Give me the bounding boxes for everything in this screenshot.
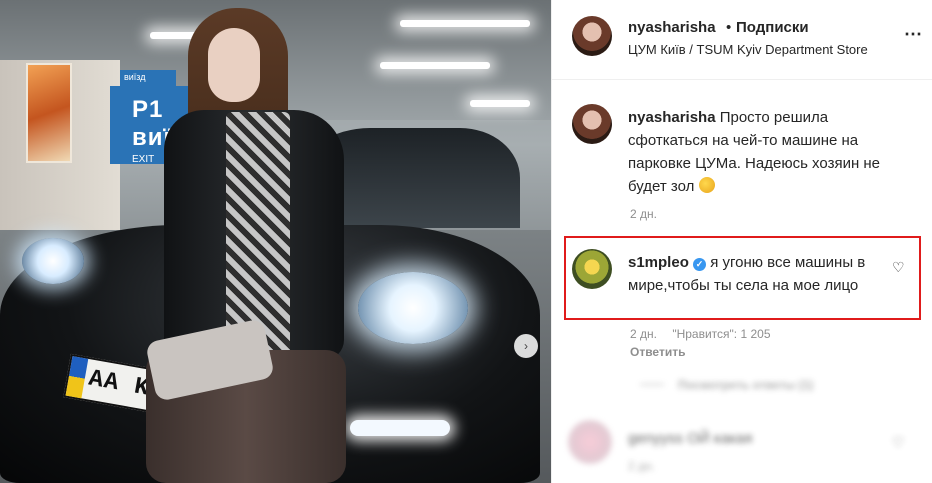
- car-headlight-left: [22, 238, 84, 284]
- following-button[interactable]: Подписки: [736, 19, 809, 36]
- wall-poster: [26, 63, 72, 163]
- caption-avatar[interactable]: [572, 104, 612, 144]
- caption-timestamp[interactable]: 2 дн.: [630, 207, 657, 221]
- separator-dot: •: [726, 19, 732, 36]
- person-figure: [140, 0, 360, 483]
- location-link[interactable]: ЦУМ Київ / TSUM Kyiv Department Store: [628, 42, 868, 57]
- ceiling-light: [380, 62, 490, 69]
- ceiling-light: [470, 100, 530, 107]
- verified-badge-icon: ✓: [693, 258, 707, 271]
- comment-likes-count[interactable]: "Нравится": 1 205: [672, 327, 770, 341]
- view-replies-label: Посмотреть ответы (1): [678, 378, 814, 392]
- comment-meta: 2 дн. "Нравится": 1 205: [630, 327, 783, 341]
- author-username[interactable]: nyasharisha: [628, 19, 716, 36]
- more-options-icon[interactable]: ⋯: [904, 24, 923, 45]
- view-replies-button[interactable]: Посмотреть ответы (1): [640, 378, 813, 392]
- car-headlight-right: [358, 272, 468, 344]
- comment2-timestamp[interactable]: 2 дн.: [628, 459, 655, 473]
- next-photo-button[interactable]: ›: [514, 334, 538, 358]
- thinking-emoji-icon: [698, 177, 715, 193]
- author-avatar[interactable]: [572, 16, 612, 56]
- comment-timestamp[interactable]: 2 дн.: [630, 327, 657, 341]
- ceiling-light: [400, 20, 530, 27]
- comment2-text: genyyss ОЙ какая: [628, 430, 753, 447]
- caption-username[interactable]: nyasharisha: [628, 109, 716, 126]
- comment: s1mpleo ✓ я угоню все машины в мире,чтоб…: [628, 251, 886, 297]
- commenter-avatar[interactable]: [572, 249, 612, 289]
- post-caption: nyasharisha Просто решила сфоткаться на …: [628, 106, 888, 198]
- comment-username[interactable]: s1mpleo: [628, 254, 689, 271]
- post-side-panel: nyasharisha • Подписки ЦУМ Київ / TSUM K…: [551, 0, 932, 483]
- post-photo[interactable]: виїзд P1 виїзд EXIT AA KE ›: [0, 0, 551, 483]
- post-header: nyasharisha • Подписки ЦУМ Київ / TSUM K…: [552, 0, 932, 80]
- comment2-avatar[interactable]: [568, 420, 612, 464]
- like-comment-heart-icon[interactable]: ♡: [892, 259, 905, 276]
- replies-line: [640, 384, 664, 385]
- ua-flag-icon: [65, 356, 89, 399]
- person-face: [208, 28, 260, 102]
- like-comment2-heart-icon[interactable]: ♡: [892, 434, 905, 451]
- car-daytime-light: [350, 420, 450, 436]
- reply-button[interactable]: Ответить: [630, 345, 685, 359]
